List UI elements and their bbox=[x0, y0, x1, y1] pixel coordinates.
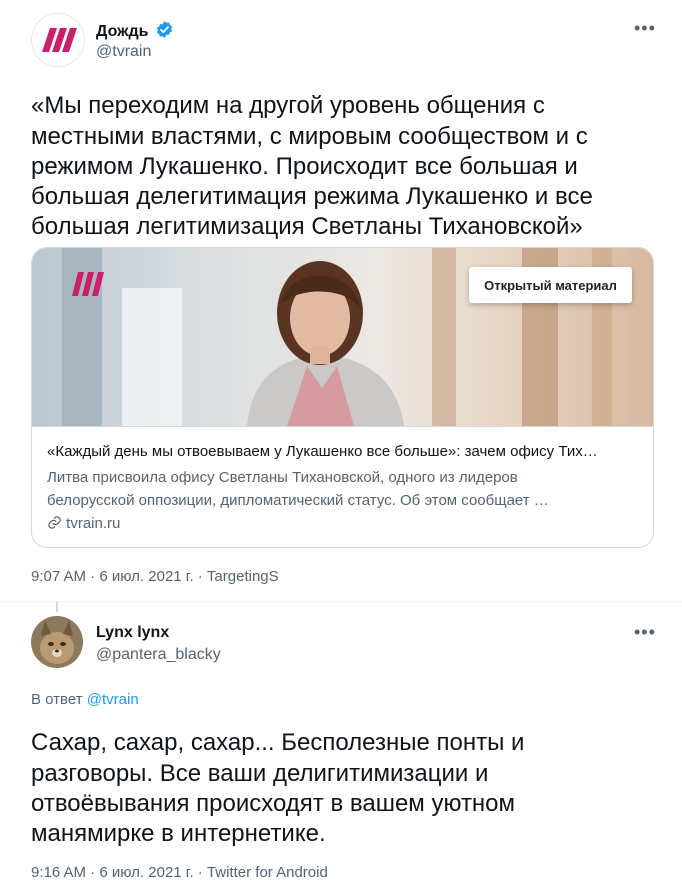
link-card[interactable]: Открытый материал «Каждый день мы отвоев… bbox=[31, 247, 654, 548]
handle[interactable]: @tvrain bbox=[96, 43, 151, 61]
tweet-timestamp[interactable]: 9:07 AM · 6 июл. 2021 г. · TargetingS bbox=[31, 568, 279, 585]
open-material-badge: Открытый материал bbox=[469, 267, 632, 303]
handle[interactable]: @pantera_blacky bbox=[96, 646, 221, 664]
tweet-text-line: разговоры. Все ваши делигитимизации и bbox=[31, 760, 489, 787]
tweet-text-line: Сахар, сахар, сахар... Бесполезные понты… bbox=[31, 729, 525, 756]
more-dots-icon[interactable]: ••• bbox=[634, 18, 656, 39]
reply-prefix: В ответ bbox=[31, 691, 83, 708]
card-description-line: белорусской оппозиции, дипломатический с… bbox=[47, 492, 549, 509]
avatar-lynx[interactable] bbox=[31, 616, 83, 668]
card-text[interactable]: «Каждый день мы отвоевываем у Лукашенко … bbox=[32, 426, 653, 547]
tweet-text-line: отвоёвывания происходят в вашем уютном bbox=[31, 790, 516, 817]
tweet-text-line: большая делегитимация режима Лукашенко и… bbox=[31, 183, 593, 210]
tweet-tvrain: Дождь @tvrain ••• «Мы переходим на друго… bbox=[0, 0, 682, 600]
card-image[interactable]: Открытый материал bbox=[32, 248, 653, 426]
card-description-line: Литва присвоила офису Светланы Тихановск… bbox=[47, 469, 518, 486]
display-name[interactable]: Lynx lynx bbox=[96, 624, 169, 642]
tweet-text-line: манямирке в интернетике. bbox=[31, 820, 326, 847]
tweet-timestamp[interactable]: 9:16 AM · 6 июл. 2021 г. · Twitter for A… bbox=[31, 864, 328, 881]
avatar-tvrain[interactable] bbox=[31, 13, 85, 67]
tweet-text-line: «Мы переходим на другой уровень общения … bbox=[31, 92, 545, 119]
verified-badge-icon bbox=[156, 21, 172, 38]
lynx-avatar-image bbox=[31, 616, 83, 668]
tweet-text-line: большая легитимизация Светланы Тихановск… bbox=[31, 213, 583, 240]
thread-line bbox=[56, 602, 58, 612]
link-icon bbox=[48, 516, 61, 529]
display-name[interactable]: Дождь bbox=[96, 20, 174, 41]
tweet-text-line: местными властями, с мировым сообществом… bbox=[31, 123, 588, 150]
more-dots-icon[interactable]: ••• bbox=[634, 622, 656, 643]
card-domain-text: tvrain.ru bbox=[66, 515, 121, 532]
card-domain: tvrain.ru bbox=[47, 515, 120, 532]
card-title: «Каждый день мы отвоевываем у Лукашенко … bbox=[47, 443, 598, 460]
display-name-text: Дождь bbox=[96, 23, 149, 40]
reply-mention-link[interactable]: @tvrain bbox=[87, 691, 139, 708]
tweet-reply: Lynx lynx @pantera_blacky ••• В ответ @t… bbox=[0, 602, 682, 896]
reply-context: В ответ @tvrain bbox=[31, 691, 139, 708]
tweet-text-line: режимом Лукашенко. Происходит все больша… bbox=[31, 153, 578, 180]
dozhd-logo-icon bbox=[32, 14, 84, 66]
